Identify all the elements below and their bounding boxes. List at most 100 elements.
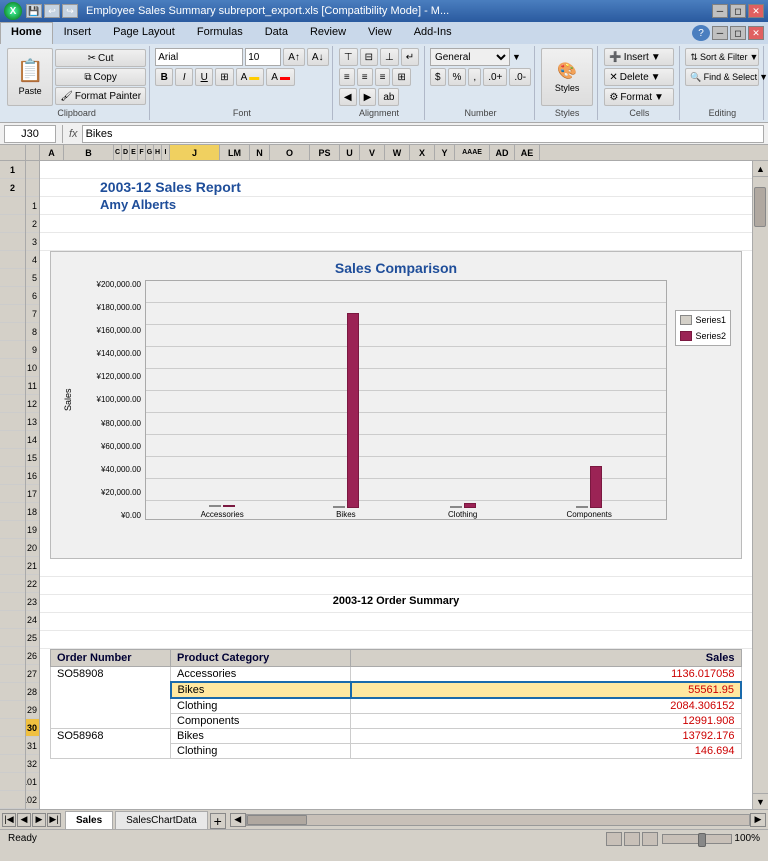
col-header-o[interactable]: O	[270, 145, 310, 160]
wrap-text-btn[interactable]: ↵	[401, 48, 419, 66]
zoom-slider[interactable]	[662, 834, 732, 844]
sort-filter-button[interactable]: ⇅ Sort & Filter ▼	[685, 48, 759, 66]
row-num-102[interactable]: 102	[26, 791, 39, 809]
normal-view-btn[interactable]	[606, 832, 622, 846]
align-left-btn[interactable]: ≡	[339, 68, 355, 86]
page-break-view-btn[interactable]	[642, 832, 658, 846]
row-num-22[interactable]: 22	[26, 575, 39, 593]
horizontal-scrollbar[interactable]: ◀ ▶	[228, 810, 768, 829]
col-header-h[interactable]: H	[154, 145, 162, 160]
add-sheet-btn[interactable]: +	[210, 813, 226, 829]
col-header-g[interactable]: G	[146, 145, 154, 160]
cut-button[interactable]: ✂ Cut	[55, 49, 146, 67]
row-num-24[interactable]: 24	[26, 611, 39, 629]
row-num-2[interactable]: 2	[26, 215, 39, 233]
level-2-btn[interactable]: 2	[0, 179, 25, 197]
row-num-23[interactable]: 23	[26, 593, 39, 611]
col-header-u[interactable]: U	[340, 145, 360, 160]
tab-review[interactable]: Review	[299, 22, 357, 44]
col-header-w[interactable]: W	[385, 145, 410, 160]
comma-btn[interactable]: ,	[468, 68, 481, 86]
fill-color-button[interactable]: A▬	[236, 68, 265, 86]
paste-button[interactable]: 📋 Paste	[7, 48, 53, 106]
row-num-10[interactable]: 10	[26, 359, 39, 377]
decrease-font-btn[interactable]: A↓	[307, 48, 329, 66]
scroll-thumb[interactable]	[754, 187, 766, 227]
row-num-27[interactable]: 27	[26, 665, 39, 683]
row-num-21[interactable]: 21	[26, 557, 39, 575]
merge-btn[interactable]: ⊞	[392, 68, 410, 86]
col-header-ae[interactable]: AE	[515, 145, 540, 160]
ribbon-restore-btn[interactable]: ◻	[730, 26, 746, 40]
font-size-input[interactable]	[245, 48, 281, 66]
tab-home[interactable]: Home	[0, 22, 53, 44]
redo-icon[interactable]: ↪	[62, 4, 78, 18]
increase-font-btn[interactable]: A↑	[283, 48, 305, 66]
col-header-a[interactable]: A	[40, 145, 64, 160]
row-num-32[interactable]: 32	[26, 755, 39, 773]
row-num-14[interactable]: 14	[26, 431, 39, 449]
row-num-11[interactable]: 11	[26, 377, 39, 395]
col-header-x[interactable]: X	[410, 145, 435, 160]
row-num-7[interactable]: 7	[26, 305, 39, 323]
sheet-nav-next[interactable]: ▶	[32, 813, 46, 827]
col-header-b[interactable]: B	[64, 145, 114, 160]
italic-button[interactable]: I	[175, 68, 193, 86]
row-num-26[interactable]: 26	[26, 647, 39, 665]
cell-content-area[interactable]: 2003-12 Sales Report Amy Alberts Sales C…	[40, 161, 752, 809]
row-num-4[interactable]: 4	[26, 251, 39, 269]
border-button[interactable]: ⊞	[215, 68, 233, 86]
tab-formulas[interactable]: Formulas	[186, 22, 254, 44]
row-num-9[interactable]: 9	[26, 341, 39, 359]
h-scroll-thumb[interactable]	[247, 815, 307, 825]
cell-reference-box[interactable]	[4, 125, 56, 143]
col-header-lm[interactable]: LM	[220, 145, 250, 160]
col-header-j[interactable]: J	[170, 145, 220, 160]
tab-data[interactable]: Data	[254, 22, 299, 44]
row-num-8[interactable]: 8	[26, 323, 39, 341]
scroll-left-btn[interactable]: ◀	[230, 813, 246, 827]
row-num-20[interactable]: 20	[26, 539, 39, 557]
row-num-16[interactable]: 16	[26, 467, 39, 485]
row-num-25[interactable]: 25	[26, 629, 39, 647]
scroll-up-btn[interactable]: ▲	[753, 161, 768, 177]
decimal-dec-btn[interactable]: .0-	[509, 68, 531, 86]
save-icon[interactable]: 💾	[26, 4, 42, 18]
restore-btn[interactable]: ◻	[730, 4, 746, 18]
sheet-nav-first[interactable]: |◀	[2, 813, 16, 827]
col-header-f[interactable]: F	[138, 145, 146, 160]
delete-button[interactable]: ✕ Delete ▼	[604, 68, 674, 86]
sheet-nav-last[interactable]: ▶|	[47, 813, 61, 827]
vertical-scrollbar[interactable]: ▲ ▼	[752, 161, 768, 809]
insert-button[interactable]: ➕ Insert ▼	[604, 48, 674, 66]
row-num-13[interactable]: 13	[26, 413, 39, 431]
percent-btn[interactable]: %	[448, 68, 467, 86]
row-num-3[interactable]: 3	[26, 233, 39, 251]
col-header-e[interactable]: E	[130, 145, 138, 160]
row-num-18[interactable]: 18	[26, 503, 39, 521]
level-1-btn[interactable]: 1	[0, 161, 25, 179]
align-right-btn[interactable]: ≡	[375, 68, 391, 86]
row-num-30[interactable]: 30	[26, 719, 39, 737]
row-num-101[interactable]: 101	[26, 773, 39, 791]
align-top-btn[interactable]: ⊤	[339, 48, 358, 66]
font-name-input[interactable]	[155, 48, 243, 66]
close-btn[interactable]: ✕	[748, 4, 764, 18]
tab-insert[interactable]: Insert	[53, 22, 103, 44]
tab-view[interactable]: View	[357, 22, 403, 44]
tab-add-ins[interactable]: Add-Ins	[403, 22, 463, 44]
col-header-d[interactable]: D	[122, 145, 130, 160]
sheet-tab-sales[interactable]: Sales	[65, 811, 113, 829]
zoom-slider-thumb[interactable]	[698, 833, 706, 847]
currency-btn[interactable]: $	[430, 68, 446, 86]
row-num-29[interactable]: 29	[26, 701, 39, 719]
row-num-19[interactable]: 19	[26, 521, 39, 539]
decimal-inc-btn[interactable]: .0+	[483, 68, 507, 86]
number-format-arrow[interactable]: ▼	[512, 52, 521, 62]
sheet-nav-prev[interactable]: ◀	[17, 813, 31, 827]
col-header-n[interactable]: N	[250, 145, 270, 160]
table-row[interactable]: SO58908 Accessories 1136.017058	[51, 667, 742, 683]
minimize-btn[interactable]: ─	[712, 4, 728, 18]
table-row[interactable]: SO58968 Bikes 13792.176	[51, 729, 742, 744]
align-middle-btn[interactable]: ⊟	[360, 48, 378, 66]
